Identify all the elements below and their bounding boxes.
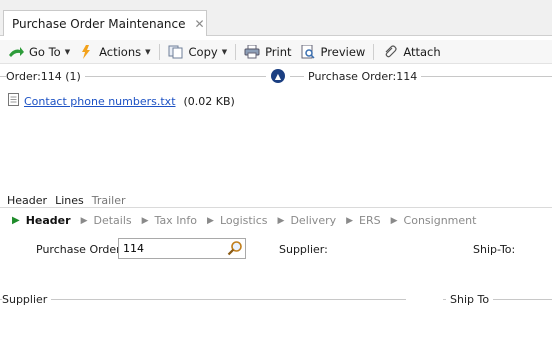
step-details[interactable]: ▶ Details bbox=[81, 214, 132, 227]
step-header[interactable]: ▶ Header bbox=[12, 214, 71, 227]
chevron-down-icon: ▼ bbox=[221, 47, 228, 56]
tab-header[interactable]: Header bbox=[7, 194, 47, 207]
tab-title: Purchase Order Maintenance bbox=[12, 16, 186, 31]
step-navigation: ▶ Header ▶ Details ▶ Tax Info ▶ Logistics ▶ D… bbox=[12, 214, 486, 227]
step-delivery[interactable]: ▶ Delivery bbox=[278, 214, 337, 227]
toolbar-separator bbox=[158, 43, 160, 60]
purchase-order-group-label: Purchase Order:114 bbox=[304, 70, 422, 83]
copy-icon bbox=[168, 45, 184, 59]
step-logistics[interactable]: ▶ Logistics bbox=[207, 214, 268, 227]
tab-lines[interactable]: Lines bbox=[55, 194, 84, 207]
goto-button[interactable]: Go To ▼ bbox=[8, 45, 70, 59]
ship-to-section-label: Ship To bbox=[446, 293, 494, 306]
ship-to-label: Ship-To: bbox=[473, 243, 516, 256]
tab-purchase-order-maintenance[interactable]: Purchase Order Maintenance ✕ bbox=[3, 10, 207, 36]
subtab-divider bbox=[0, 207, 552, 208]
tab-close-icon[interactable]: ✕ bbox=[195, 17, 205, 31]
actions-button[interactable]: Actions ▼ bbox=[78, 44, 151, 59]
supplier-label: Supplier: bbox=[279, 243, 328, 256]
text-file-icon bbox=[8, 93, 19, 109]
step-consignment[interactable]: ▶ Consignment bbox=[391, 214, 477, 227]
attachments-group-label: Order:114 (1) bbox=[6, 70, 85, 83]
play-arrow-icon: ▶ bbox=[346, 215, 354, 226]
play-arrow-icon: ▶ bbox=[12, 215, 20, 226]
printer-icon bbox=[244, 44, 260, 59]
attachment-link[interactable]: Contact phone numbers.txt bbox=[24, 95, 176, 108]
attachment-row: Contact phone numbers.txt (0.02 KB) bbox=[8, 93, 235, 109]
goto-arrow-icon bbox=[8, 45, 24, 59]
collapse-up-icon[interactable]: ▲ bbox=[271, 69, 285, 83]
attachment-size: (0.02 KB) bbox=[183, 94, 235, 108]
supplier-section-label: Supplier bbox=[2, 293, 52, 306]
preview-button[interactable]: Preview bbox=[300, 44, 365, 59]
play-arrow-icon: ▶ bbox=[390, 215, 398, 226]
preview-icon bbox=[300, 44, 316, 59]
play-arrow-icon: ▶ bbox=[141, 215, 149, 226]
copy-button[interactable]: Copy ▼ bbox=[168, 45, 228, 59]
play-arrow-icon: ▶ bbox=[207, 215, 214, 226]
paperclip-icon bbox=[382, 44, 398, 59]
toolbar-separator bbox=[235, 43, 237, 60]
chevron-down-icon: ▼ bbox=[64, 47, 71, 56]
play-arrow-icon: ▶ bbox=[277, 215, 285, 226]
lightning-icon bbox=[78, 44, 94, 59]
purchase-order-label: Purchase Order: bbox=[36, 243, 125, 256]
supplier-section-divider bbox=[0, 299, 406, 300]
toolbar: Go To ▼ Actions ▼ Copy ▼ Print Preview A… bbox=[0, 40, 552, 64]
document-tabstrip: Purchase Order Maintenance ✕ bbox=[0, 0, 552, 36]
chevron-down-icon: ▼ bbox=[145, 47, 151, 56]
search-icon[interactable] bbox=[227, 240, 243, 256]
step-ers[interactable]: ▶ ERS bbox=[346, 214, 381, 227]
tab-trailer[interactable]: Trailer bbox=[92, 194, 126, 207]
play-arrow-icon: ▶ bbox=[80, 215, 88, 226]
subtab-bar: Header Lines Trailer bbox=[7, 194, 134, 207]
print-button[interactable]: Print bbox=[244, 44, 292, 59]
attach-button[interactable]: Attach bbox=[382, 44, 441, 59]
toolbar-separator bbox=[373, 43, 375, 60]
step-tax-info[interactable]: ▶ Tax Info bbox=[142, 214, 197, 227]
